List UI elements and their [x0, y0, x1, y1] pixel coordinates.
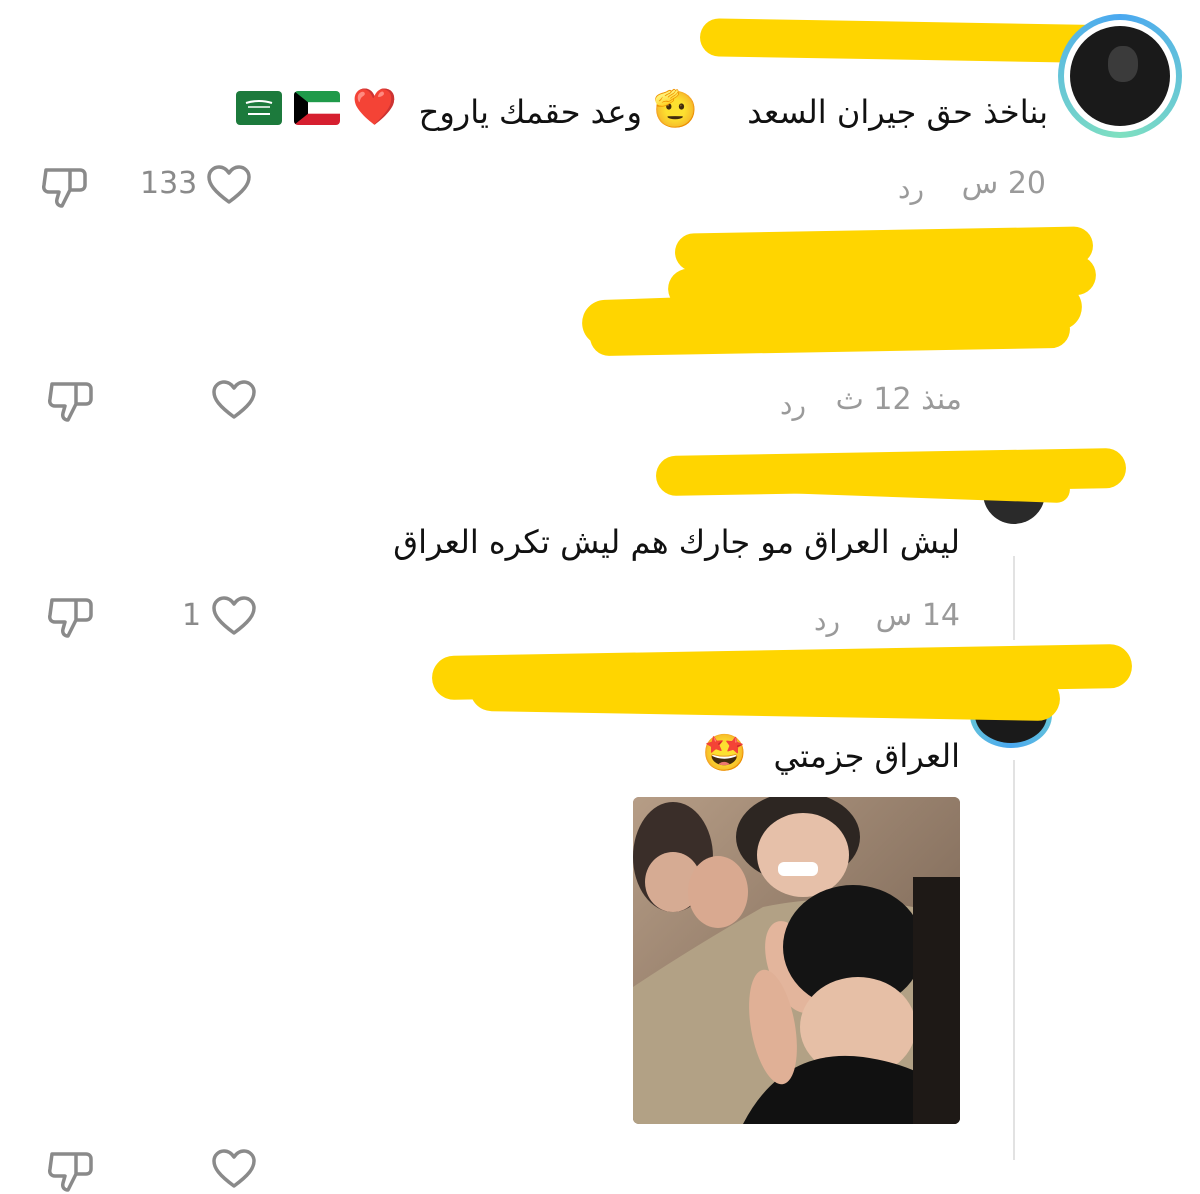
reply-button[interactable]: رد — [898, 172, 924, 205]
star-struck-emoji: 🤩 — [702, 733, 747, 774]
heart-outline-icon[interactable] — [211, 595, 257, 637]
comment-text: العراق جزمتي — [773, 737, 960, 775]
saudi-flag-icon — [236, 91, 282, 125]
reply-button[interactable]: رد — [814, 604, 840, 637]
timestamp: 20 س — [961, 166, 1046, 201]
dislike-icon[interactable] — [40, 164, 90, 210]
comment-text: ليش العراق مو جارك هم ليش تكره العراق — [393, 523, 960, 561]
kuwait-flag-icon — [294, 91, 340, 125]
heart-outline-icon[interactable] — [211, 1148, 257, 1190]
reply-button[interactable]: رد — [780, 388, 806, 421]
dislike-icon[interactable] — [46, 1148, 96, 1194]
redacted-username — [469, 666, 1061, 722]
comment-text-part2: وعد حقمك ياروح — [418, 93, 642, 131]
comment-text-2: وعد حقمك ياروح — [419, 92, 642, 132]
comment-photo[interactable] — [633, 797, 960, 1124]
dislike-icon[interactable] — [46, 594, 96, 640]
dislike-icon[interactable] — [46, 378, 96, 424]
like-count: 133 — [140, 166, 198, 201]
comment-text: بناخذ حق جيران السعد — [747, 92, 1048, 132]
thread-line — [1013, 556, 1015, 640]
like-count: 1 — [182, 598, 202, 633]
redacted-comment — [589, 309, 1071, 357]
saluting-face-emoji: 🫡 — [653, 89, 698, 130]
timestamp: منذ 12 ث — [835, 382, 962, 417]
comment-text-part1: بناخذ حق جيران السعد — [747, 93, 1048, 131]
timestamp: 14 س — [875, 598, 960, 633]
thread-line — [1013, 760, 1015, 1160]
avatar[interactable] — [1058, 14, 1182, 138]
heart-outline-icon[interactable] — [206, 164, 252, 206]
heart-outline-icon[interactable] — [211, 379, 257, 421]
red-heart-emoji: ❤️ — [352, 87, 397, 128]
